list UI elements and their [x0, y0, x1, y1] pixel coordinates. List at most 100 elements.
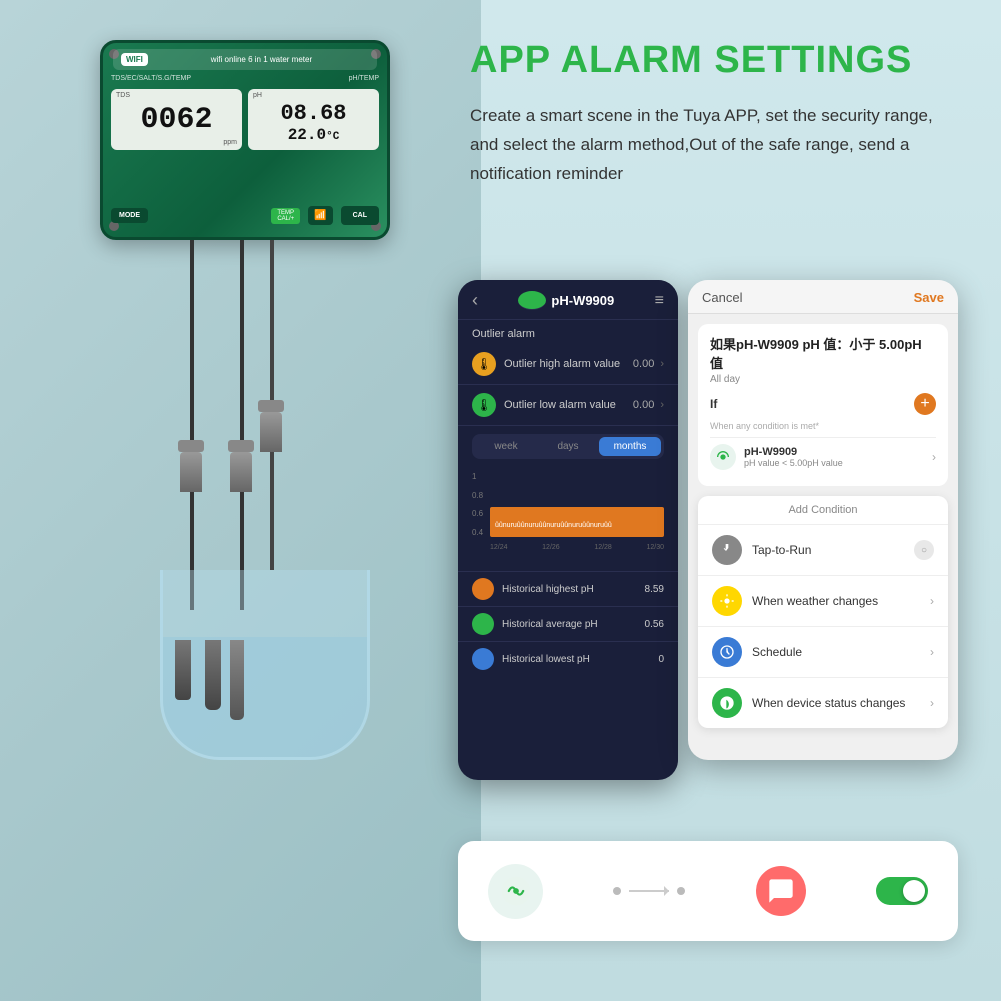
x-label-3: 12/28 — [594, 544, 612, 551]
weather-label: When weather changes — [752, 594, 930, 608]
connector-left — [178, 440, 204, 492]
flow-arrow-head — [664, 886, 674, 896]
condition-text: pH-W9909 pH value < 5.00pH value — [744, 446, 932, 468]
weather-chevron: › — [930, 594, 934, 608]
temp-cal-btn[interactable]: TEMPCAL/+ — [271, 208, 300, 224]
add-condition-button[interactable]: + — [914, 393, 936, 415]
ac-row-tap[interactable]: Tap-to-Run ○ — [698, 525, 948, 576]
add-condition-title: Add Condition — [698, 496, 948, 525]
menu-icon[interactable]: ≡ — [655, 292, 664, 310]
x-label-4: 12/30 — [646, 544, 664, 551]
hist-label-high: Historical highest pH — [502, 584, 645, 595]
page-title: APP ALARM SETTINGS — [470, 40, 980, 82]
mode-button[interactable]: MODE — [111, 208, 148, 223]
meter-labels: TDS/EC/SALT/S.G/TEMP pH/TEMP — [111, 75, 379, 82]
tap-circle[interactable]: ○ — [914, 540, 934, 560]
hist-value-high: 8.59 — [645, 584, 664, 595]
flow-dot-1 — [613, 887, 621, 895]
condition-block: 如果pH-W9909 pH 值：小于 5.00pH 值 All day If +… — [698, 324, 948, 486]
ac-row-device-status[interactable]: When device status changes › — [698, 678, 948, 728]
x-label-2: 12/26 — [542, 544, 560, 551]
cal-button[interactable]: CAL — [341, 206, 379, 225]
svg-text:ûûnuruûûnuruûûnuruûûnuruûûnuru: ûûnuruûûnuruûûnuruûûnuruûûnuruûû — [495, 522, 612, 529]
alarm-low-row[interactable]: 🌡 Outlier low alarm value 0.00 › — [458, 385, 678, 426]
flow-arrow — [613, 887, 685, 895]
toggle-knob — [903, 880, 925, 902]
hist-value-low: 0 — [658, 654, 664, 665]
meter-area: WIFI wifi online 6 in 1 water meter TDS/… — [30, 20, 450, 780]
hist-icon-high — [472, 578, 494, 600]
device-icon-svg — [715, 449, 731, 465]
schedule-icon-wrap — [712, 637, 742, 667]
section-label: Outlier alarm — [458, 320, 678, 344]
back-button[interactable]: ‹ — [472, 290, 478, 311]
wifi-btn[interactable]: 📶 — [308, 206, 332, 225]
cancel-button[interactable]: Cancel — [702, 290, 742, 305]
schedule-chevron: › — [930, 645, 934, 659]
tap-label: Tap-to-Run — [752, 543, 914, 557]
probes-area — [160, 240, 320, 820]
alarm-high-chevron: › — [660, 358, 664, 370]
probe-tip-left — [175, 640, 191, 700]
hist-value-avg: 0.56 — [645, 619, 664, 630]
hist-icon-low — [472, 648, 494, 670]
tds-label: TDS — [116, 92, 130, 99]
device-condition-item[interactable]: pH-W9909 pH value < 5.00pH value › — [710, 437, 936, 476]
if-section: If + — [710, 393, 936, 415]
alarm-low-icon: 🌡 — [472, 393, 496, 417]
phone-left-header: ‹ pH-W9909 ≡ — [458, 280, 678, 320]
ac-row-weather[interactable]: When weather changes › — [698, 576, 948, 627]
device-condition-icon — [710, 444, 736, 470]
y-label-2: 0.8 — [472, 491, 483, 500]
device-status-icon-wrap — [712, 688, 742, 718]
add-condition-popup: Add Condition Tap-to-Run ○ — [698, 496, 948, 728]
water-glass — [140, 540, 390, 760]
hist-row-low: Historical lowest pH 0 — [458, 641, 678, 676]
tds-unit: ppm — [223, 139, 237, 146]
x-label-1: 12/24 — [490, 544, 508, 551]
ph-label: pH — [253, 92, 262, 99]
message-svg — [767, 877, 795, 905]
meter-buttons: MODE TEMPCAL/+ 📶 CAL — [111, 206, 379, 225]
ph-display: pH 08.68 22.0°C — [248, 89, 379, 150]
flow-device-svg — [498, 873, 534, 909]
alarm-low-value: 0.00 — [633, 399, 654, 411]
flow-dot-2 — [677, 887, 685, 895]
hist-row-avg: Historical average pH 0.56 — [458, 606, 678, 641]
toggle-switch[interactable] — [876, 877, 928, 905]
tab-months[interactable]: months — [599, 437, 661, 456]
chart-area: 1 0.8 0.6 0.4 ûûnuruûûnuruûûnuruûûnuruûû… — [472, 467, 664, 567]
ac-row-schedule[interactable]: Schedule › — [698, 627, 948, 678]
alarm-high-row[interactable]: 🌡 Outlier high alarm value 0.00 › — [458, 344, 678, 385]
connector-mid — [228, 440, 254, 492]
device-status-icon — [719, 695, 735, 711]
tds-display: TDS 0062 ppm — [111, 89, 242, 150]
when-any-condition: When any condition is met* — [710, 421, 936, 431]
flow-device-icon — [488, 864, 543, 919]
hist-label-avg: Historical average pH — [502, 619, 645, 630]
temp-unit: °C — [326, 131, 339, 143]
title-area: APP ALARM SETTINGS Create a smart scene … — [470, 40, 980, 188]
tds-value: 0062 — [119, 103, 234, 137]
temp-value: 22.0°C — [256, 126, 371, 144]
device-status-label: When device status changes — [752, 696, 930, 710]
chart-bar-area: ûûnuruûûnuruûûnuruûûnuruûûnuruûû 12/24 1… — [490, 472, 664, 537]
connector-right — [258, 400, 284, 452]
tab-days[interactable]: days — [537, 437, 599, 456]
hist-row-high: Historical highest pH 8.59 — [458, 571, 678, 606]
sun-icon — [719, 593, 735, 609]
alarm-low-content: 🌡 Outlier low alarm value — [472, 393, 633, 417]
y-label-4: 0.4 — [472, 528, 483, 537]
clock-icon — [719, 644, 735, 660]
probe-tip-right — [205, 640, 221, 710]
alarm-high-label: Outlier high alarm value — [504, 358, 633, 370]
tab-week[interactable]: week — [475, 437, 537, 456]
tap-icon-wrap — [712, 535, 742, 565]
all-day-label: All day — [710, 374, 936, 385]
save-button[interactable]: Save — [914, 290, 944, 305]
meter-displays: TDS 0062 ppm pH 08.68 22.0°C — [111, 89, 379, 150]
device-status-chevron: › — [930, 696, 934, 710]
flow-line — [629, 890, 669, 892]
condition-chevron: › — [932, 450, 936, 464]
probe-tip-mid — [230, 640, 244, 720]
